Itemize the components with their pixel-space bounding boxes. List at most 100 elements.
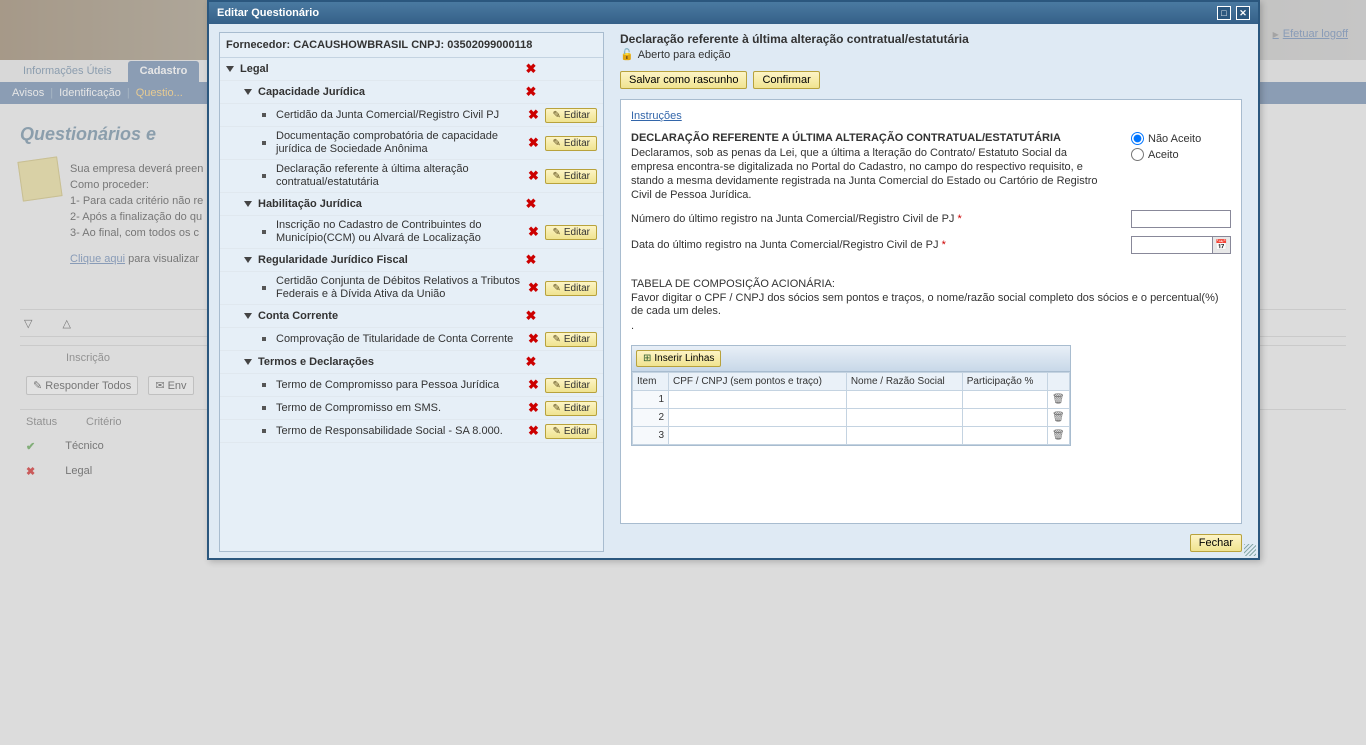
save-draft-button[interactable]: Salvar como rascunho [620, 71, 747, 89]
accept-radio-group: Não Aceito Aceito [1131, 132, 1231, 202]
tree-label: Certidão da Junta Comercial/Registro Civ… [276, 109, 527, 122]
form-panel: Instruções DECLARAÇÃO REFERENTE A ÚLTIMA… [620, 99, 1242, 524]
cell-editable[interactable] [846, 427, 962, 445]
tree-label: Termo de Responsabilidade Social - SA 8.… [276, 425, 527, 438]
tree-node[interactable]: Termo de Compromisso para Pessoa Jurídic… [220, 374, 603, 397]
tree-label: Comprovação de Titularidade de Conta Cor… [276, 333, 527, 346]
status-x-icon[interactable]: ✖ [525, 354, 537, 370]
radio-nao-aceito[interactable]: Não Aceito [1131, 132, 1231, 145]
expand-triangle-icon[interactable] [244, 201, 252, 207]
tree-node[interactable]: Inscrição no Cadastro de Contribuintes d… [220, 216, 603, 249]
status-x-icon[interactable]: ✖ [527, 135, 539, 151]
tree-label: Legal [240, 63, 525, 76]
edit-button[interactable]: Editar [545, 378, 597, 393]
shareholder-table-instr: Favor digitar o CPF / CNPJ dos sócios se… [631, 292, 1231, 318]
cell-editable[interactable] [669, 391, 847, 409]
status-x-icon[interactable]: ✖ [527, 107, 539, 123]
calendar-icon[interactable]: 📅 [1213, 236, 1231, 254]
tree-label: Habilitação Jurídica [258, 198, 525, 211]
tree-node[interactable]: Certidão da Junta Comercial/Registro Civ… [220, 104, 603, 127]
expand-triangle-icon[interactable] [226, 66, 234, 72]
status-x-icon[interactable]: ✖ [525, 84, 537, 100]
tree-label: Certidão Conjunta de Débitos Relativos a… [276, 275, 527, 301]
edit-button[interactable]: Editar [545, 108, 597, 123]
status-x-icon[interactable]: ✖ [525, 252, 537, 268]
confirm-button[interactable]: Confirmar [753, 71, 819, 89]
edit-button[interactable]: Editar [545, 401, 597, 416]
tree-panel: Fornecedor: CACAUSHOWBRASIL CNPJ: 035020… [219, 32, 604, 552]
cell-editable[interactable] [669, 409, 847, 427]
table-row: 2🗑 [633, 409, 1070, 427]
cell-editable[interactable] [669, 427, 847, 445]
status-x-icon[interactable]: ✖ [527, 224, 539, 240]
bullet-icon [262, 337, 266, 341]
grid-header-row: Item CPF / CNPJ (sem pontos e traço) Nom… [633, 373, 1070, 391]
tree-node[interactable]: Certidão Conjunta de Débitos Relativos a… [220, 272, 603, 305]
tree-node[interactable]: Termo de Compromisso em SMS.✖ Editar [220, 397, 603, 420]
field-numero-registro-input[interactable] [1131, 210, 1231, 228]
field-data-registro-input[interactable] [1131, 236, 1213, 254]
tree-node[interactable]: Conta Corrente✖ [220, 305, 603, 328]
cell-editable[interactable] [846, 391, 962, 409]
delete-row-icon[interactable]: 🗑 [1048, 391, 1070, 409]
expand-triangle-icon[interactable] [244, 257, 252, 263]
status-x-icon[interactable]: ✖ [525, 61, 537, 77]
tree-label: Capacidade Jurídica [258, 86, 525, 99]
tree-node[interactable]: Comprovação de Titularidade de Conta Cor… [220, 328, 603, 351]
radio-aceito[interactable]: Aceito [1131, 148, 1231, 161]
tree-node[interactable]: Capacidade Jurídica✖ [220, 81, 603, 104]
status-x-icon[interactable]: ✖ [527, 377, 539, 393]
edit-button[interactable]: Editar [545, 136, 597, 151]
edit-button[interactable]: Editar [545, 281, 597, 296]
close-button[interactable]: Fechar [1190, 534, 1242, 552]
dialog-titlebar[interactable]: Editar Questionário □ ✕ [209, 2, 1258, 24]
bullet-icon [262, 406, 266, 410]
col-cpf-cnpj: CPF / CNPJ (sem pontos e traço) [669, 373, 847, 391]
tree-node[interactable]: Termos e Declarações✖ [220, 351, 603, 374]
supplier-header: Fornecedor: CACAUSHOWBRASIL CNPJ: 035020… [220, 33, 603, 57]
status-x-icon[interactable]: ✖ [527, 400, 539, 416]
maximize-icon[interactable]: □ [1217, 6, 1231, 20]
expand-triangle-icon[interactable] [244, 359, 252, 365]
cell-editable[interactable] [962, 427, 1047, 445]
status-x-icon[interactable]: ✖ [527, 423, 539, 439]
table-row: 1🗑 [633, 391, 1070, 409]
tree-label: Termo de Compromisso em SMS. [276, 402, 527, 415]
tree-node[interactable]: Termo de Responsabilidade Social - SA 8.… [220, 420, 603, 443]
tree-node[interactable]: Documentação comprobatória de capacidade… [220, 127, 603, 160]
edit-button[interactable]: Editar [545, 332, 597, 347]
tree-label: Regularidade Jurídico Fiscal [258, 254, 525, 267]
cell-editable[interactable] [846, 409, 962, 427]
cell-editable[interactable] [962, 409, 1047, 427]
status-x-icon[interactable]: ✖ [525, 308, 537, 324]
tree-node[interactable]: Legal✖ [220, 58, 603, 81]
tree-label: Termos e Declarações [258, 356, 525, 369]
status-x-icon[interactable]: ✖ [527, 331, 539, 347]
bullet-icon [262, 113, 266, 117]
tree-node[interactable]: Habilitação Jurídica✖ [220, 193, 603, 216]
status-x-icon[interactable]: ✖ [527, 168, 539, 184]
tree-label: Documentação comprobatória de capacidade… [276, 130, 527, 156]
detail-title: Declaração referente à última alteração … [620, 32, 1242, 46]
cell-item-index: 2 [633, 409, 669, 427]
edit-button[interactable]: Editar [545, 424, 597, 439]
edit-button[interactable]: Editar [545, 225, 597, 240]
status-x-icon[interactable]: ✖ [527, 280, 539, 296]
tree-label: Conta Corrente [258, 310, 525, 323]
close-icon[interactable]: ✕ [1236, 6, 1250, 20]
cell-editable[interactable] [962, 391, 1047, 409]
tree-node[interactable]: Declaração referente à última alteração … [220, 160, 603, 193]
bullet-icon [262, 174, 266, 178]
instructions-link[interactable]: Instruções [631, 110, 682, 122]
expand-triangle-icon[interactable] [244, 313, 252, 319]
bullet-icon [262, 383, 266, 387]
expand-triangle-icon[interactable] [244, 89, 252, 95]
tree-label: Inscrição no Cadastro de Contribuintes d… [276, 219, 527, 245]
edit-button[interactable]: Editar [545, 169, 597, 184]
tree-node[interactable]: Regularidade Jurídico Fiscal✖ [220, 249, 603, 272]
delete-row-icon[interactable]: 🗑 [1048, 409, 1070, 427]
delete-row-icon[interactable]: 🗑 [1048, 427, 1070, 445]
status-x-icon[interactable]: ✖ [525, 196, 537, 212]
insert-rows-button[interactable]: Inserir Linhas [636, 350, 721, 367]
dialog-title-text: Editar Questionário [217, 7, 319, 19]
